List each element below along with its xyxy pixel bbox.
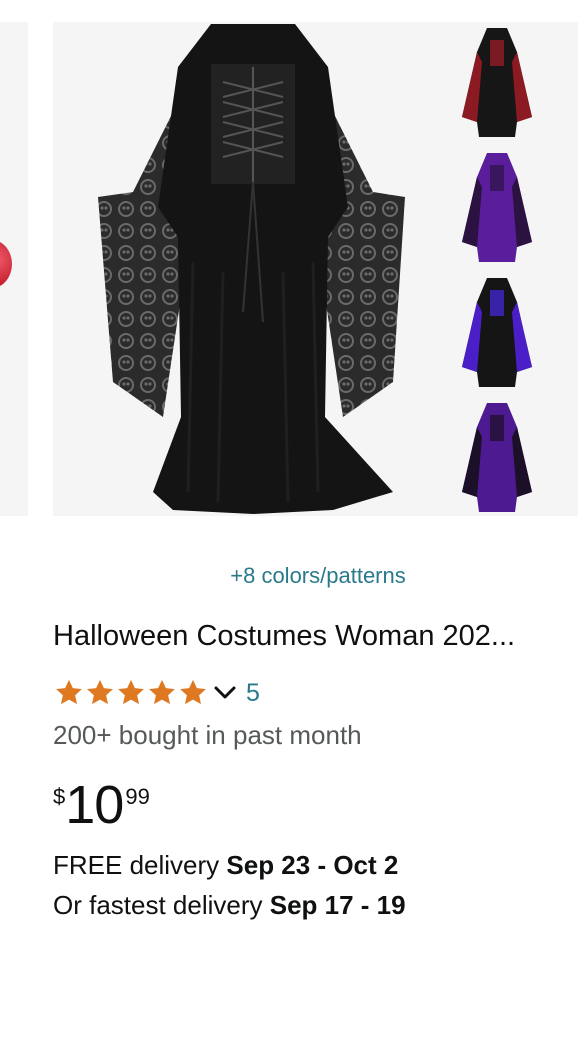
review-count[interactable]: 5 — [246, 679, 260, 708]
fastest-delivery-line: Or fastest delivery Sep 17 - 19 — [53, 890, 406, 921]
free-delivery-label: FREE delivery — [53, 850, 227, 880]
chevron-down-icon[interactable] — [212, 683, 238, 703]
product-main-image[interactable] — [93, 22, 413, 516]
free-delivery-dates: Sep 23 - Oct 2 — [226, 850, 399, 880]
price-fraction: 99 — [125, 784, 150, 809]
star-rating — [53, 678, 208, 708]
color-swatch-purple-black[interactable] — [457, 397, 537, 515]
color-swatch-purple[interactable] — [457, 147, 537, 265]
star-icon — [149, 679, 175, 705]
price-symbol: $ — [53, 784, 66, 809]
bought-in-past-month: 200+ bought in past month — [53, 720, 362, 750]
more-colors-link-wrapper: +8 colors/patterns — [0, 563, 578, 589]
star-icon — [180, 679, 206, 705]
fastest-delivery-label: Or fastest delivery — [53, 890, 270, 920]
previous-product-image — [0, 240, 12, 288]
star-icon — [118, 679, 144, 705]
more-colors-link[interactable]: +8 colors/patterns — [230, 563, 405, 589]
product-title[interactable]: Halloween Costumes Woman 202... — [53, 620, 565, 653]
free-delivery-line: FREE delivery Sep 23 - Oct 2 — [53, 850, 398, 881]
price: $ 10 99 — [53, 778, 150, 832]
product-image-carousel[interactable] — [53, 22, 578, 516]
rating-row[interactable]: 5 — [53, 676, 260, 710]
star-icon — [56, 679, 82, 705]
star-icon — [87, 679, 113, 705]
color-swatch-black-purple[interactable] — [457, 272, 537, 390]
price-whole: 10 — [65, 775, 124, 835]
previous-product-card[interactable] — [0, 22, 28, 516]
fastest-delivery-dates: Sep 17 - 19 — [269, 890, 406, 920]
color-swatch-black-red[interactable] — [457, 22, 537, 140]
